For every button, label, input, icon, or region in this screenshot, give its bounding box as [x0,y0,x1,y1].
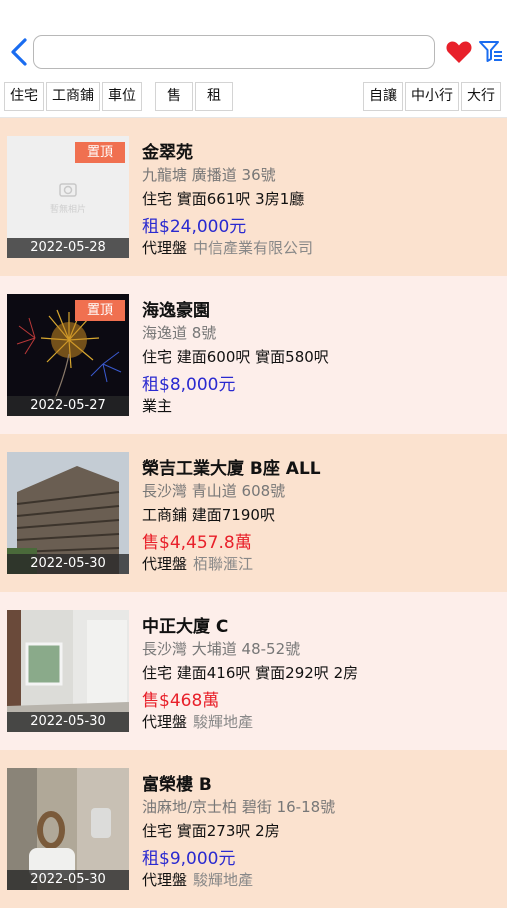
agent-company: 駿輝地產 [193,871,254,889]
filter-icon [479,41,502,62]
listing-address: 海逸道 8號 [142,324,217,342]
listing-thumbnail: 2022-05-30 [7,452,129,574]
listing-agent: 代理盤 駿輝地產 [142,869,253,890]
listing-agent: 業主 [142,395,172,416]
listing-price: 租$9,000元 [142,849,236,869]
listing-agent: 代理盤 中信產業有限公司 [142,237,313,258]
listing-agent: 代理盤 栢聯滙江 [142,553,253,574]
agent-type: 代理盤 [142,871,188,889]
back-button[interactable] [8,36,32,68]
top-bar [0,0,507,78]
listing-address: 油麻地/京士柏 碧街 16-18號 [142,798,336,816]
chip-rent[interactable]: 租 [195,82,233,111]
agent-company: 中信產業有限公司 [193,239,314,257]
agent-type: 業主 [142,397,173,415]
listing-title: 富榮樓 B [142,775,212,795]
agent-company: 栢聯滙江 [193,555,254,573]
filter-chips: 住宅 工商鋪 車位 售 租 自讓 中小行 大行 [0,80,507,114]
no-photo-label: 暫無相片 [49,205,86,215]
listing-address: 長沙灣 大埔道 48-52號 [142,640,301,658]
listing-title: 榮吉工業大廈 B座 ALL [142,459,321,479]
agent-company: 駿輝地產 [193,713,254,731]
listing-address: 九龍塘 廣播道 36號 [142,166,276,184]
listing-price: 租$8,000元 [142,375,236,395]
chip-commercial[interactable]: 工商鋪 [46,82,100,111]
listing-item[interactable]: 2022-05-30 中正大廈 C 長沙灣 大埔道 48-52號 住宅 建面41… [0,592,507,750]
listing-title: 海逸豪園 [142,301,210,321]
listing-spec: 住宅 實面661呎 3房1廳 [142,190,305,208]
listing-thumbnail: 2022-05-30 [7,610,129,732]
heart-icon [446,41,472,63]
chip-small-agency[interactable]: 中小行 [405,82,459,111]
pinned-badge: 置頂 [75,142,125,163]
agent-type: 代理盤 [142,239,188,257]
listing-title: 中正大廈 C [142,617,229,637]
filter-button[interactable] [478,38,504,64]
listing-date: 2022-05-30 [7,554,129,574]
listing-date: 2022-05-30 [7,870,129,890]
agent-type: 代理盤 [142,555,188,573]
listing-date: 2022-05-30 [7,712,129,732]
listing-item[interactable]: 2022-05-30 榮吉工業大廈 B座 ALL 長沙灣 青山道 608號 工商… [0,434,507,592]
pinned-badge: 置頂 [75,300,125,321]
chevron-left-icon [11,38,27,66]
listing-agent: 代理盤 駿輝地產 [142,711,253,732]
chip-parking[interactable]: 車位 [102,82,142,111]
listing-item[interactable]: 置頂 2022-05-27 海逸豪園 海逸道 8號 住宅 建面600呎 實面58… [0,276,507,434]
listing-price: 租$24,000元 [142,217,247,237]
listing-title: 金翠苑 [142,143,193,163]
listing-date: 2022-05-27 [7,396,129,416]
listing-spec: 住宅 建面416呎 實面292呎 2房 [142,664,359,682]
chip-large-agency[interactable]: 大行 [461,82,501,111]
listing-address: 長沙灣 青山道 608號 [142,482,286,500]
listing-spec: 住宅 建面600呎 實面580呎 [142,348,329,366]
chip-sale[interactable]: 售 [155,82,193,111]
listing-thumbnail: 置頂 2022-05-27 [7,294,129,416]
listing-item[interactable]: 暫無相片 置頂 2022-05-28 金翠苑 九龍塘 廣播道 36號 住宅 實面… [0,118,507,276]
listing-spec: 工商鋪 建面7190呎 [142,506,275,524]
chip-residential[interactable]: 住宅 [4,82,44,111]
listing-thumbnail: 2022-05-30 [7,768,129,890]
search-input[interactable] [33,35,435,69]
listing-spec: 住宅 實面273呎 2房 [142,822,280,840]
listing-item[interactable]: 2022-05-30 富榮樓 B 油麻地/京士柏 碧街 16-18號 住宅 實面… [0,750,507,908]
listing-price: 售$4,457.8萬 [142,533,252,553]
listing-thumbnail: 暫無相片 置頂 2022-05-28 [7,136,129,258]
listing-date: 2022-05-28 [7,238,129,258]
agent-type: 代理盤 [142,713,188,731]
listing-price: 售$468萬 [142,691,220,711]
favorites-button[interactable] [445,38,473,66]
chip-owner[interactable]: 自讓 [363,82,403,111]
